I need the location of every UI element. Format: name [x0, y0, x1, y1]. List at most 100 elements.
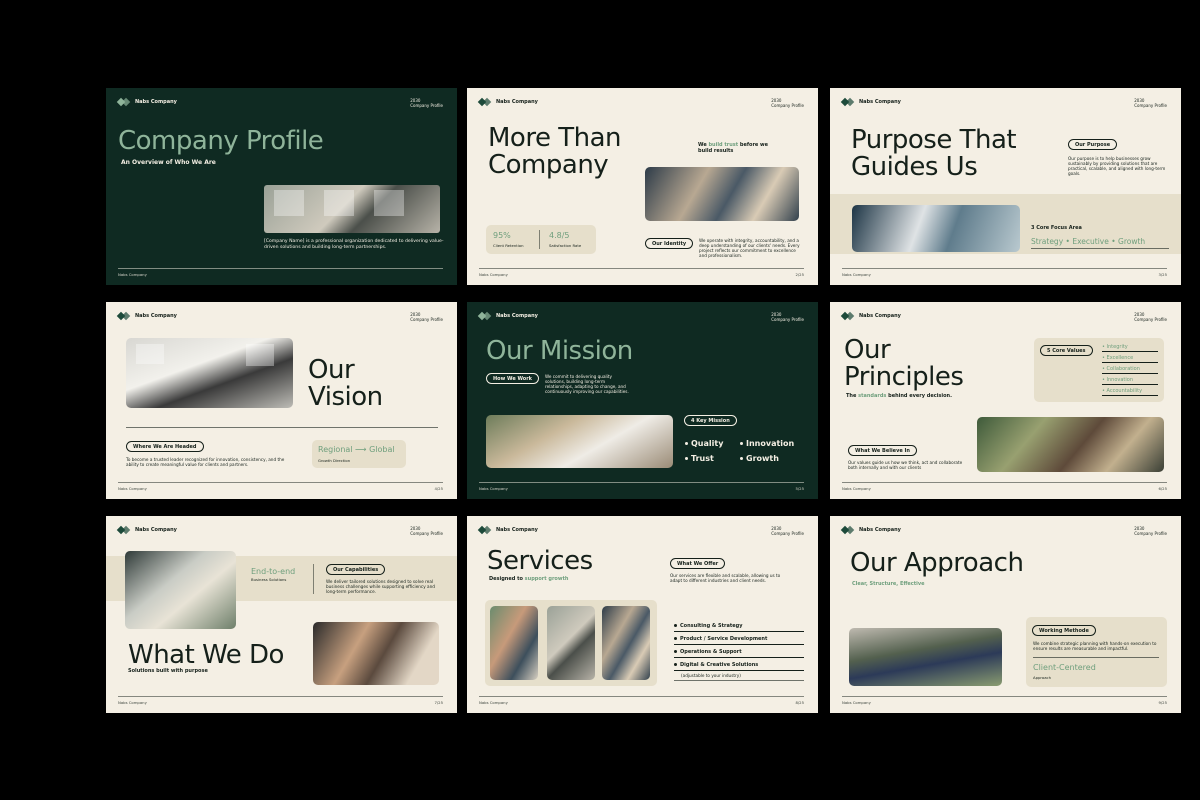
footer-line [118, 696, 443, 697]
core-value-item: • Innovation [1102, 377, 1158, 385]
team-photo-3 [602, 606, 650, 680]
doc-label: Company Profile [1134, 317, 1167, 322]
footer: Nabs Company 9/25 [842, 700, 1167, 705]
page-number: 8/25 [795, 700, 804, 705]
footer: Nabs Company 3/25 [842, 272, 1167, 277]
brand-name: Nabs Company [496, 313, 538, 319]
stat-retention-label: Client Retention [493, 243, 524, 248]
sub-pre: Designed to [489, 576, 525, 582]
footer-brand: Nabs Company [479, 272, 508, 277]
bullet-icon [674, 637, 677, 640]
slide-title: Services [487, 546, 593, 576]
brand-logo-icon [477, 97, 492, 107]
title-line-2: Vision [308, 382, 383, 412]
offer-text: Our services are flexible and scalable, … [670, 573, 781, 583]
footer-line [842, 696, 1167, 697]
vision-text: To become a trusted leader recognized fo… [126, 457, 285, 467]
growth-box: Regional ⟶ Global Growth Direction [312, 440, 406, 468]
slide-approach[interactable]: Nabs Company 2030 Company Profile Our App… [830, 516, 1181, 713]
divider [126, 427, 438, 428]
sub-pre: The [846, 393, 859, 399]
growth-direction: Regional ⟶ Global [318, 445, 395, 454]
top-right-label: 2030 Company Profile [771, 526, 804, 536]
page-number: 9/25 [1158, 700, 1167, 705]
doc-label: Company Profile [1134, 531, 1167, 536]
brand-logo-icon [116, 311, 131, 321]
mission-item-label: Innovation [746, 439, 795, 448]
headed-pill: Where We Are Headed [126, 441, 204, 452]
footer-line [842, 268, 1167, 269]
bullet-icon [674, 663, 677, 666]
brand: Nabs Company [116, 525, 177, 535]
footer-line [479, 482, 804, 483]
office-photo [264, 185, 440, 233]
footer-line [118, 268, 443, 269]
brand-logo-icon [116, 525, 131, 535]
slide-title: Our Mission [486, 336, 633, 366]
brand: Nabs Company [840, 97, 901, 107]
stat-satisfaction-label: Satisfaction Rate [549, 243, 582, 248]
brand: Nabs Company [840, 311, 901, 321]
footer-brand: Nabs Company [842, 486, 871, 491]
slide-purpose[interactable]: Nabs Company 2030 Company Profile Purpose… [830, 88, 1181, 285]
tagline: We build trust before we build results [698, 142, 778, 154]
identity-text: We operate with integrity, accountabilit… [699, 238, 800, 258]
slide-mission[interactable]: Nabs Company 2030 Company Profile Our Mis… [467, 302, 818, 499]
slide-vision[interactable]: Nabs Company 2030 Company Profile Our Visi… [106, 302, 457, 499]
doc-label: Company Profile [771, 103, 804, 108]
team-photo [645, 167, 799, 221]
team-photo-2 [547, 606, 595, 680]
title-line-1: More Than [488, 123, 622, 153]
footer-brand: Nabs Company [479, 700, 508, 705]
top-right-label: 2030 Company Profile [410, 526, 443, 536]
client-centered: Client-Centered [1033, 663, 1096, 672]
brand-name: Nabs Company [859, 99, 901, 105]
core-values-pill: 5 Core Values [1040, 345, 1093, 356]
footer: Nabs Company 8/25 [479, 700, 804, 705]
slide-company-profile[interactable]: Nabs Company 2030 Company Profile Company… [106, 88, 457, 285]
focus-label: 3 Core Focus Area [1031, 225, 1082, 231]
service-item: Product / Service Development [674, 636, 804, 645]
capabilities-pill: Our Capabilities [326, 564, 386, 575]
mission-item-trust: Trust [685, 454, 714, 463]
slide-principles[interactable]: Nabs Company 2030 Company Profile Our Prin… [830, 302, 1181, 499]
brand-name: Nabs Company [135, 99, 177, 105]
core-value-item: • Collaboration [1102, 366, 1158, 374]
intro-text: [Company Name] is a professional organiz… [264, 239, 444, 250]
mission-item-label: Quality [691, 439, 724, 448]
mission-item-quality: Quality [685, 439, 723, 448]
title-line-2: Company [488, 150, 609, 180]
page-number: 3/25 [1158, 272, 1167, 277]
core-value-item: • Integrity [1102, 344, 1158, 352]
mission-item-innovation: Innovation [740, 439, 794, 448]
brand: Nabs Company [840, 525, 901, 535]
slide-title: Our Approach [850, 548, 1024, 578]
growth-direction-label: Growth Direction [318, 458, 351, 463]
top-right-label: 2030 Company Profile [410, 98, 443, 108]
footer-brand: Nabs Company [842, 272, 871, 277]
brand-name: Nabs Company [135, 527, 177, 533]
principles-subtitle: The standards behind every decision. [846, 393, 952, 400]
doc-label: Company Profile [410, 317, 443, 322]
brand-logo-icon [840, 97, 855, 107]
footer-line [118, 482, 443, 483]
slide-subtitle: Clear, Structure, Effective [852, 581, 925, 587]
team-photos-box [485, 600, 657, 686]
slide-title: Company Profile [118, 126, 324, 156]
key-mission-pill: 4 Key Mission [684, 415, 737, 426]
top-right-label: 2030 Company Profile [1134, 312, 1167, 322]
title-line-2: Guides Us [851, 152, 978, 182]
doc-label: Company Profile [771, 531, 804, 536]
doc-label: Company Profile [1134, 103, 1167, 108]
slide-services[interactable]: Nabs Company 2030 Company Profile Service… [467, 516, 818, 713]
title-line-1: Our [308, 355, 355, 385]
top-right-label: 2030 Company Profile [1134, 526, 1167, 536]
slide-what-we-do[interactable]: Nabs Company 2030 Company Profile End-to-… [106, 516, 457, 713]
e2e-title: End-to-end [251, 567, 296, 576]
brand-name: Nabs Company [135, 313, 177, 319]
mission-text: We commit to delivering quality solution… [545, 374, 629, 394]
brand-logo-icon [840, 525, 855, 535]
title-line-1: Purpose That [851, 125, 1017, 155]
slide-more-than-company[interactable]: Nabs Company 2030 Company Profile More Th… [467, 88, 818, 285]
top-right-label: 2030 Company Profile [771, 312, 804, 322]
